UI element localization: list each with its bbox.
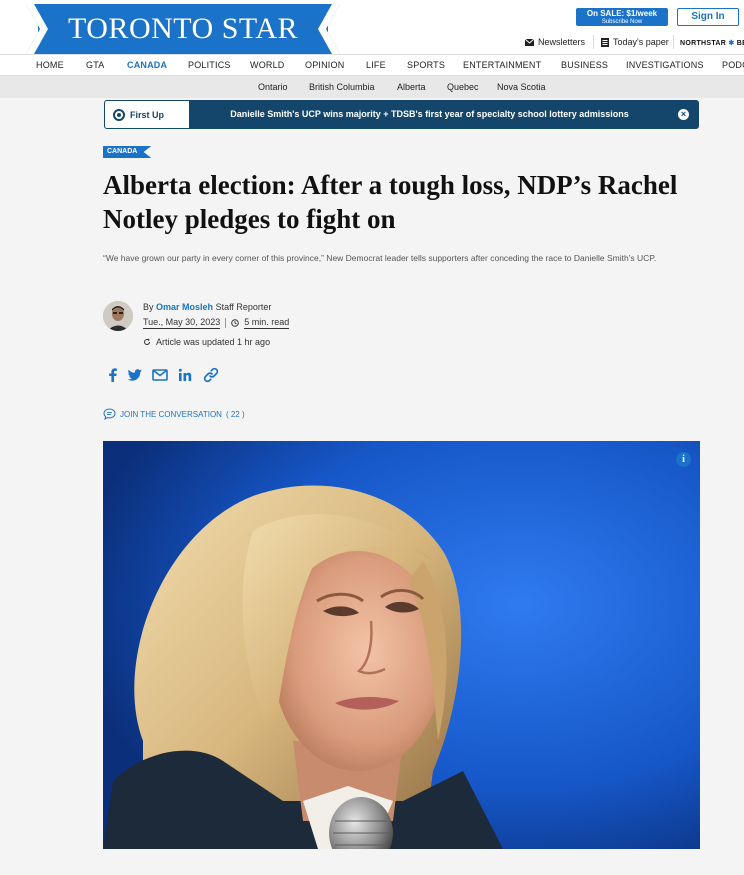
conversation-count: ( 22 ): [225, 409, 245, 419]
join-conversation-link[interactable]: JOIN THE CONVERSATION ( 22 ): [103, 408, 245, 420]
northstar-suffix: BE: [736, 40, 744, 47]
todays-paper-label: Today's paper: [613, 37, 669, 47]
sign-in-button[interactable]: Sign In: [677, 8, 739, 26]
nav-business[interactable]: BUSINESS: [561, 55, 608, 75]
nav-investigations[interactable]: INVESTIGATIONS: [626, 55, 704, 75]
nav-home[interactable]: HOME: [36, 55, 64, 75]
toronto-star-logo[interactable]: TORONTO STAR: [26, 4, 340, 54]
linkedin-icon[interactable]: [176, 366, 194, 384]
nav-world[interactable]: WORLD: [250, 55, 285, 75]
radio-icon: [113, 108, 125, 121]
sub-nav: Ontario British Columbia Alberta Quebec …: [0, 76, 744, 98]
sale-line1: On SALE: $1/week: [586, 9, 658, 18]
refresh-icon: [144, 338, 150, 345]
article-dek: “We have grown our party in every corner…: [103, 253, 657, 263]
byline: By Omar Mosleh Staff Reporter: [143, 302, 271, 312]
facebook-icon[interactable]: [104, 366, 122, 384]
nav-podcasts[interactable]: PODC: [722, 55, 744, 75]
dateline: Tue., May 30, 2023 5 min. read: [143, 317, 290, 329]
nav-life[interactable]: LIFE: [366, 55, 386, 75]
publish-date: Tue., May 30, 2023: [143, 317, 221, 329]
author-role: Staff Reporter: [215, 302, 272, 312]
masthead: TORONTO STAR On SALE: $1/week Subscribe …: [0, 0, 744, 54]
link-icon[interactable]: [202, 366, 220, 384]
comment-icon: [103, 408, 116, 420]
subnav-nova-scotia[interactable]: Nova Scotia: [497, 76, 546, 98]
newspaper-icon: [601, 37, 609, 47]
article-headline: Alberta election: After a tough loss, ND…: [103, 170, 678, 234]
newsletters-label: Newsletters: [538, 37, 586, 47]
email-icon[interactable]: [151, 366, 169, 384]
sale-line2: Subscribe Now: [601, 19, 643, 25]
clock-icon: [231, 319, 240, 327]
newsletters-link[interactable]: Newsletters: [525, 37, 585, 47]
envelope-icon: [525, 38, 534, 46]
todays-paper-link[interactable]: Today's paper: [601, 37, 669, 47]
dateline-divider: [225, 318, 227, 328]
photo-info-icon[interactable]: i: [676, 452, 691, 467]
author-link[interactable]: Omar Mosleh: [156, 302, 213, 312]
util-divider: [673, 35, 674, 49]
read-time: 5 min. read: [244, 317, 290, 329]
nav-opinion[interactable]: OPINION: [305, 55, 344, 75]
nav-politics[interactable]: POLITICS: [188, 55, 231, 75]
nav-entertainment[interactable]: ENTERTAINMENT: [463, 55, 541, 75]
nav-sports[interactable]: SPORTS: [407, 55, 445, 75]
logo-text: TORONTO STAR: [67, 12, 299, 45]
subnav-ontario[interactable]: Ontario: [258, 76, 288, 98]
subnav-british-columbia[interactable]: British Columbia: [309, 76, 375, 98]
updated-notice: Article was updated 1 hr ago: [143, 337, 270, 347]
nav-canada[interactable]: CANADA: [127, 55, 167, 75]
section-tag[interactable]: CANADA: [103, 146, 152, 158]
twitter-icon[interactable]: [126, 366, 144, 384]
northstar-label: NORTHSTAR: [680, 40, 727, 47]
conversation-label: JOIN THE CONVERSATION: [120, 409, 222, 419]
close-icon[interactable]: ×: [678, 109, 689, 120]
nav-gta[interactable]: GTA: [86, 55, 104, 75]
subscribe-sale-button[interactable]: On SALE: $1/week Subscribe Now: [576, 8, 668, 26]
first-up-headline[interactable]: Danielle Smith's UCP wins majority + TDS…: [190, 100, 669, 129]
author-avatar[interactable]: [103, 301, 133, 331]
lead-photo-illustration: [103, 441, 700, 849]
avatar-portrait: [103, 301, 133, 331]
lead-photo[interactable]: i: [103, 441, 700, 849]
byline-prefix: By: [143, 302, 154, 312]
first-up-label: First Up: [130, 109, 165, 120]
subnav-quebec[interactable]: Quebec: [447, 76, 479, 98]
first-up-banner[interactable]: First Up Danielle Smith's UCP wins major…: [104, 100, 699, 129]
updated-text: Article was updated 1 hr ago: [156, 337, 271, 347]
util-divider: [593, 35, 594, 49]
main-nav: HOME GTA CANADA POLITICS WORLD OPINION L…: [0, 54, 744, 76]
subnav-alberta[interactable]: Alberta: [397, 76, 426, 98]
northstar-link[interactable]: NORTHSTAR ✱ BE: [680, 39, 744, 47]
star-icon: ✱: [728, 40, 735, 47]
first-up-tag: First Up: [105, 101, 189, 128]
